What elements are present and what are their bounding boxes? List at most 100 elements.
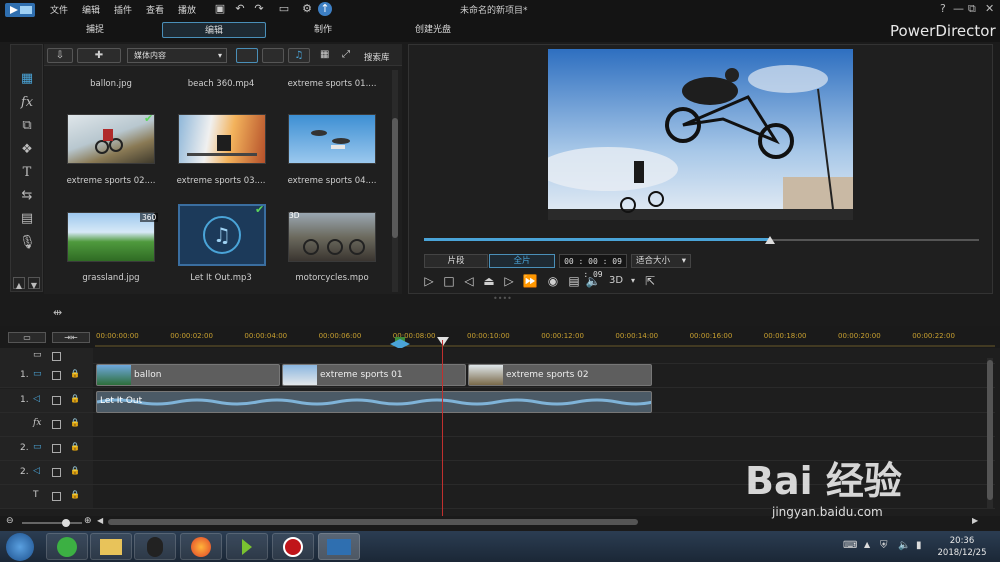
track-enable-checkbox[interactable] — [52, 420, 61, 429]
splitter-grip[interactable]: •••• — [493, 294, 512, 303]
media-thumb-extreme-sports-03[interactable] — [178, 114, 266, 164]
voiceover-icon[interactable]: 🎙 — [19, 235, 36, 251]
taskbar-explorer-icon[interactable] — [90, 533, 132, 560]
next-frame-icon[interactable]: ▷ — [501, 273, 517, 289]
video-filter-icon[interactable] — [236, 48, 258, 63]
tab-edit[interactable]: 编辑 — [162, 22, 266, 38]
image-filter-icon[interactable] — [262, 48, 284, 63]
taskbar-firefox-icon[interactable] — [180, 533, 222, 560]
lock-icon[interactable]: 🔒 — [70, 418, 80, 427]
tray-expand-icon[interactable]: ▲ — [864, 540, 870, 549]
previous-frame-icon[interactable]: ◁ — [461, 273, 477, 289]
tray-network-icon[interactable]: ▮ — [916, 540, 922, 551]
media-thumb-extreme-sports-04[interactable] — [288, 114, 376, 164]
search-library-button[interactable]: 搜索库 — [364, 51, 390, 63]
taskbar-media-icon[interactable] — [226, 533, 268, 560]
tab-create-disc[interactable]: 创建光盘 — [383, 22, 483, 38]
taskbar-powerdirector-icon[interactable] — [318, 533, 360, 560]
menu-file[interactable]: 文件 — [50, 3, 68, 16]
chevron-down-icon[interactable]: ▾ — [625, 273, 641, 289]
chevron-up-icon[interactable]: ▲ — [13, 277, 25, 290]
track-manager-icon[interactable]: ▭ — [8, 332, 46, 343]
3d-toggle[interactable]: 3D — [606, 273, 626, 289]
tab-capture[interactable]: 捕捉 — [45, 22, 145, 38]
tray-keyboard-icon[interactable]: ⌨ — [843, 540, 857, 551]
preview-scrubber-handle[interactable] — [765, 236, 775, 244]
redo-icon[interactable]: ↷ — [252, 2, 266, 16]
track-enable-checkbox[interactable] — [52, 352, 61, 361]
media-thumb-extreme-sports-02[interactable] — [67, 114, 155, 164]
track-enable-checkbox[interactable] — [52, 444, 61, 453]
settings-icon[interactable]: ⚙ — [300, 2, 314, 16]
movie-mode-button[interactable]: 全片 — [489, 254, 555, 268]
particle-room-icon[interactable]: ❖ — [19, 142, 35, 158]
menu-plugins[interactable]: 插件 — [114, 3, 132, 16]
menu-edit[interactable]: 编辑 — [82, 3, 100, 16]
scroll-right-icon[interactable]: ▶ — [972, 516, 978, 525]
track-enable-checkbox[interactable] — [52, 396, 61, 405]
lock-icon[interactable]: 🔒 — [70, 466, 80, 475]
restore-button[interactable]: ⧉ — [968, 2, 976, 16]
transition-room-icon[interactable]: ⇆ — [19, 188, 35, 204]
pip-room-icon[interactable]: ⧉ — [19, 118, 35, 134]
stop-icon[interactable]: □ — [441, 273, 457, 289]
media-thumb-let-it-out[interactable]: ♫ — [178, 204, 266, 266]
title-room-icon[interactable]: T — [19, 165, 35, 181]
save-icon[interactable]: ▣ — [213, 2, 227, 16]
media-room-icon[interactable]: ▦ — [19, 71, 35, 87]
scrollbar-thumb[interactable] — [987, 360, 993, 500]
media-content-select[interactable]: 媒体内容 ▾ — [127, 48, 227, 63]
taskbar-clock[interactable]: 20:36 2018/12/25 — [930, 535, 994, 559]
play-icon[interactable]: ▷ — [421, 273, 437, 289]
lock-icon[interactable]: 🔒 — [70, 394, 80, 403]
audio-mixing-icon[interactable]: ▤ — [19, 211, 35, 227]
video-clip-ballon[interactable]: ballon — [96, 364, 280, 386]
undo-icon[interactable]: ↶ — [233, 2, 247, 16]
timeline-hscroll-thumb[interactable] — [108, 519, 638, 525]
snap-icon[interactable]: ⇥⇤ — [52, 332, 90, 343]
close-button[interactable]: ✕ — [985, 2, 994, 15]
playhead-line[interactable] — [442, 340, 443, 518]
grid-view-icon[interactable]: ▦ — [320, 49, 329, 60]
library-scrollbar[interactable] — [392, 70, 398, 292]
volume-icon[interactable]: 🔈 — [585, 273, 601, 289]
video-clip-extreme-sports-01[interactable]: extreme sports 01 — [282, 364, 466, 386]
tab-produce[interactable]: 制作 — [273, 22, 373, 38]
media-thumb-motorcycles[interactable] — [288, 212, 376, 262]
fx-room-icon[interactable]: fx — [19, 95, 35, 111]
tray-volume-icon[interactable]: 🔈 — [898, 540, 910, 551]
help-button[interactable]: ? — [940, 2, 946, 15]
menu-view[interactable]: 查看 — [146, 3, 164, 16]
update-icon[interactable]: ↑ — [318, 2, 332, 16]
eject-icon[interactable]: ⏏ — [481, 273, 497, 289]
fast-forward-icon[interactable]: ⏩ — [522, 273, 538, 289]
taskbar-qq-icon[interactable] — [134, 533, 176, 560]
zoom-slider-handle[interactable] — [62, 519, 70, 527]
track-enable-checkbox[interactable] — [52, 468, 61, 477]
tray-security-icon[interactable]: ⛨ — [880, 540, 888, 551]
menu-play[interactable]: 播放 — [178, 3, 196, 16]
video-clip-extreme-sports-02[interactable]: extreme sports 02 — [468, 364, 652, 386]
zoom-slider[interactable] — [22, 522, 82, 524]
lock-icon[interactable]: 🔒 — [70, 490, 80, 499]
taskbar-app-360-icon[interactable] — [46, 533, 88, 560]
clip-mode-button[interactable]: 片段 — [424, 254, 488, 268]
undock-icon[interactable]: ⇱ — [642, 273, 658, 289]
scrollbar-thumb[interactable] — [392, 118, 398, 238]
minimize-button[interactable]: — — [953, 2, 964, 15]
lock-icon[interactable]: 🔒 — [70, 442, 80, 451]
zoom-out-icon[interactable]: ⊖ — [6, 516, 14, 526]
taskbar-recorder-icon[interactable] — [272, 533, 314, 560]
aspect-ratio-icon[interactable]: ▭ — [274, 2, 294, 16]
snapshot-icon[interactable]: ◉ — [545, 273, 561, 289]
fit-timeline-icon[interactable]: ⇹ — [53, 306, 62, 319]
playhead-marker[interactable] — [436, 336, 450, 348]
track-enable-checkbox[interactable] — [52, 371, 61, 380]
chevron-down-icon[interactable]: ▼ — [28, 277, 40, 290]
plugin-icon[interactable]: ✚ — [77, 48, 121, 63]
track-enable-checkbox[interactable] — [52, 492, 61, 501]
import-media-icon[interactable]: ⇩ — [47, 48, 73, 63]
subtitle-icon[interactable]: ▤ — [566, 273, 582, 289]
zoom-in-icon[interactable]: ⊕ — [84, 516, 92, 526]
audio-clip-let-it-out[interactable]: Let It Out — [96, 391, 652, 413]
